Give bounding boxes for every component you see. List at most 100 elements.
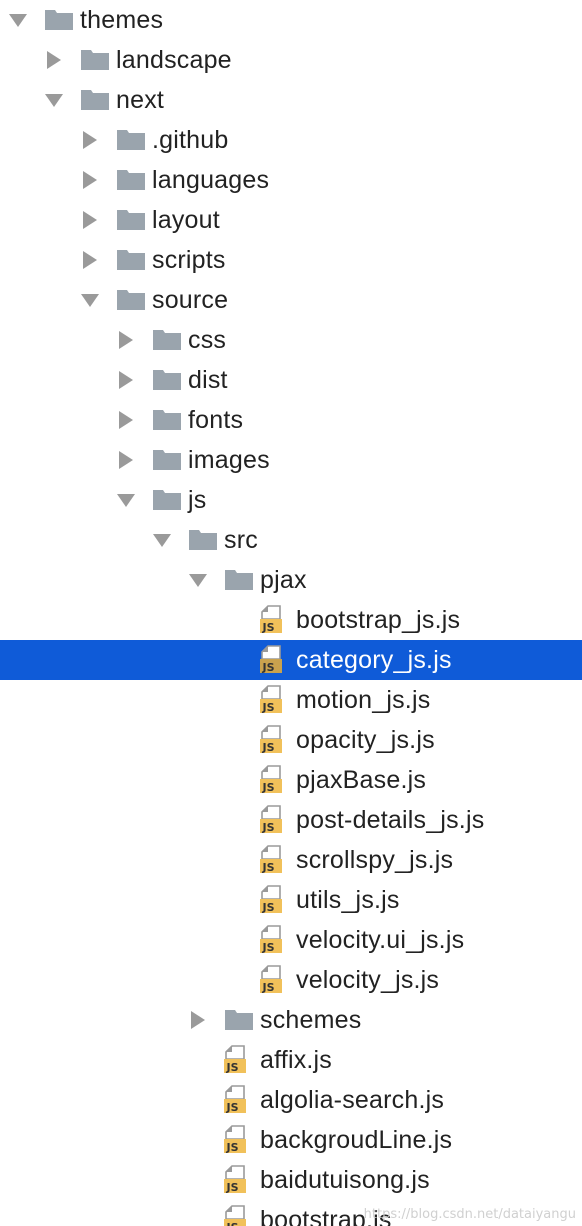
js-file-icon: JS (260, 645, 290, 674)
tree-item-label: next (116, 86, 165, 114)
js-file-icon: JS (260, 605, 290, 634)
js-file-icon: JS (260, 725, 290, 754)
tree-folder-github[interactable]: .github (0, 120, 582, 160)
tree-folder-next[interactable]: next (0, 80, 582, 120)
tree-folder-dist[interactable]: dist (0, 360, 582, 400)
tree-item-label: opacity_js.js (296, 726, 435, 754)
tree-item-label: pjaxBase.js (296, 766, 427, 794)
collapsed-arrow-icon[interactable] (188, 1000, 212, 1040)
svg-text:JS: JS (262, 821, 275, 834)
tree-file-affix-js[interactable]: JS affix.js (0, 1040, 582, 1080)
svg-text:JS: JS (262, 981, 275, 994)
tree-folder-themes[interactable]: themes (0, 0, 582, 40)
tree-file-velocity-ui-js-js[interactable]: JS velocity.ui_js.js (0, 920, 582, 960)
collapsed-arrow-icon[interactable] (80, 240, 104, 280)
js-file-icon: JS (224, 1045, 254, 1074)
tree-file-scrollspy-js-js[interactable]: JS scrollspy_js.js (0, 840, 582, 880)
folder-icon (116, 126, 146, 152)
expanded-arrow-icon[interactable] (152, 520, 176, 560)
tree-item-label: source (152, 286, 229, 314)
tree-file-velocity-js-js[interactable]: JS velocity_js.js (0, 960, 582, 1000)
js-file-icon: JS (260, 965, 290, 994)
tree-item-label: src (224, 526, 258, 554)
svg-text:JS: JS (226, 1101, 239, 1114)
tree-item-label: css (188, 326, 227, 354)
tree-item-label: themes (80, 6, 164, 34)
tree-folder-layout[interactable]: layout (0, 200, 582, 240)
folder-icon (80, 86, 110, 112)
tree-item-label: dist (188, 366, 228, 394)
tree-folder-src[interactable]: src (0, 520, 582, 560)
tree-item-label: motion_js.js (296, 686, 431, 714)
expanded-arrow-icon[interactable] (116, 480, 140, 520)
tree-item-label: fonts (188, 406, 244, 434)
expanded-arrow-icon[interactable] (80, 280, 104, 320)
svg-text:JS: JS (262, 901, 275, 914)
tree-file-baidutuisong-js[interactable]: JS baidutuisong.js (0, 1160, 582, 1200)
tree-file-category-js-js[interactable]: JS category_js.js (0, 640, 582, 680)
collapsed-arrow-icon[interactable] (116, 440, 140, 480)
tree-item-label: utils_js.js (296, 886, 400, 914)
tree-item-label: landscape (116, 46, 232, 74)
expanded-arrow-icon[interactable] (188, 560, 212, 600)
tree-file-bootstrap-js-js[interactable]: JS bootstrap_js.js (0, 600, 582, 640)
tree-file-backgroudline-js[interactable]: JS backgroudLine.js (0, 1120, 582, 1160)
tree-item-label: .github (152, 126, 229, 154)
js-file-icon: JS (260, 845, 290, 874)
tree-item-label: images (188, 446, 270, 474)
js-file-icon: JS (260, 765, 290, 794)
tree-file-pjaxbase-js[interactable]: JS pjaxBase.js (0, 760, 582, 800)
tree-folder-scripts[interactable]: scripts (0, 240, 582, 280)
collapsed-arrow-icon[interactable] (80, 160, 104, 200)
collapsed-arrow-icon[interactable] (44, 40, 68, 80)
tree-item-label: bootstrap_js.js (296, 606, 461, 634)
svg-text:JS: JS (262, 861, 275, 874)
svg-text:JS: JS (226, 1221, 239, 1226)
js-file-icon: JS (260, 925, 290, 954)
js-file-icon: JS (224, 1085, 254, 1114)
tree-item-label: velocity.ui_js.js (296, 926, 465, 954)
svg-text:JS: JS (226, 1141, 239, 1154)
tree-folder-source[interactable]: source (0, 280, 582, 320)
project-file-tree[interactable]: themes landscape next .github languages layou… (0, 0, 582, 1226)
folder-icon (188, 526, 218, 552)
tree-folder-images[interactable]: images (0, 440, 582, 480)
folder-icon (152, 366, 182, 392)
tree-item-label: algolia-search.js (260, 1086, 445, 1114)
tree-folder-pjax[interactable]: pjax (0, 560, 582, 600)
js-file-icon: JS (260, 685, 290, 714)
tree-item-label: languages (152, 166, 270, 194)
tree-item-label: layout (152, 206, 220, 234)
tree-file-utils-js-js[interactable]: JS utils_js.js (0, 880, 582, 920)
tree-file-algolia-search-js[interactable]: JS algolia-search.js (0, 1080, 582, 1120)
tree-item-label: scripts (152, 246, 226, 274)
tree-folder-languages[interactable]: languages (0, 160, 582, 200)
expanded-arrow-icon[interactable] (8, 0, 32, 40)
tree-file-opacity-js-js[interactable]: JS opacity_js.js (0, 720, 582, 760)
tree-folder-css[interactable]: css (0, 320, 582, 360)
collapsed-arrow-icon[interactable] (80, 200, 104, 240)
folder-icon (152, 406, 182, 432)
collapsed-arrow-icon[interactable] (116, 320, 140, 360)
tree-file-motion-js-js[interactable]: JS motion_js.js (0, 680, 582, 720)
svg-text:JS: JS (262, 701, 275, 714)
tree-folder-landscape[interactable]: landscape (0, 40, 582, 80)
collapsed-arrow-icon[interactable] (116, 400, 140, 440)
svg-text:JS: JS (226, 1181, 239, 1194)
collapsed-arrow-icon[interactable] (116, 360, 140, 400)
tree-folder-schemes[interactable]: schemes (0, 1000, 582, 1040)
svg-text:JS: JS (262, 781, 275, 794)
tree-folder-fonts[interactable]: fonts (0, 400, 582, 440)
folder-icon (116, 166, 146, 192)
collapsed-arrow-icon[interactable] (80, 120, 104, 160)
svg-text:JS: JS (226, 1061, 239, 1074)
tree-file-post-details-js-js[interactable]: JS post-details_js.js (0, 800, 582, 840)
folder-icon (152, 326, 182, 352)
folder-icon (224, 566, 254, 592)
expanded-arrow-icon[interactable] (44, 80, 68, 120)
tree-item-label: scrollspy_js.js (296, 846, 454, 874)
folder-icon (152, 486, 182, 512)
js-file-icon: JS (224, 1125, 254, 1154)
tree-folder-js[interactable]: js (0, 480, 582, 520)
tree-item-label: pjax (260, 566, 307, 594)
